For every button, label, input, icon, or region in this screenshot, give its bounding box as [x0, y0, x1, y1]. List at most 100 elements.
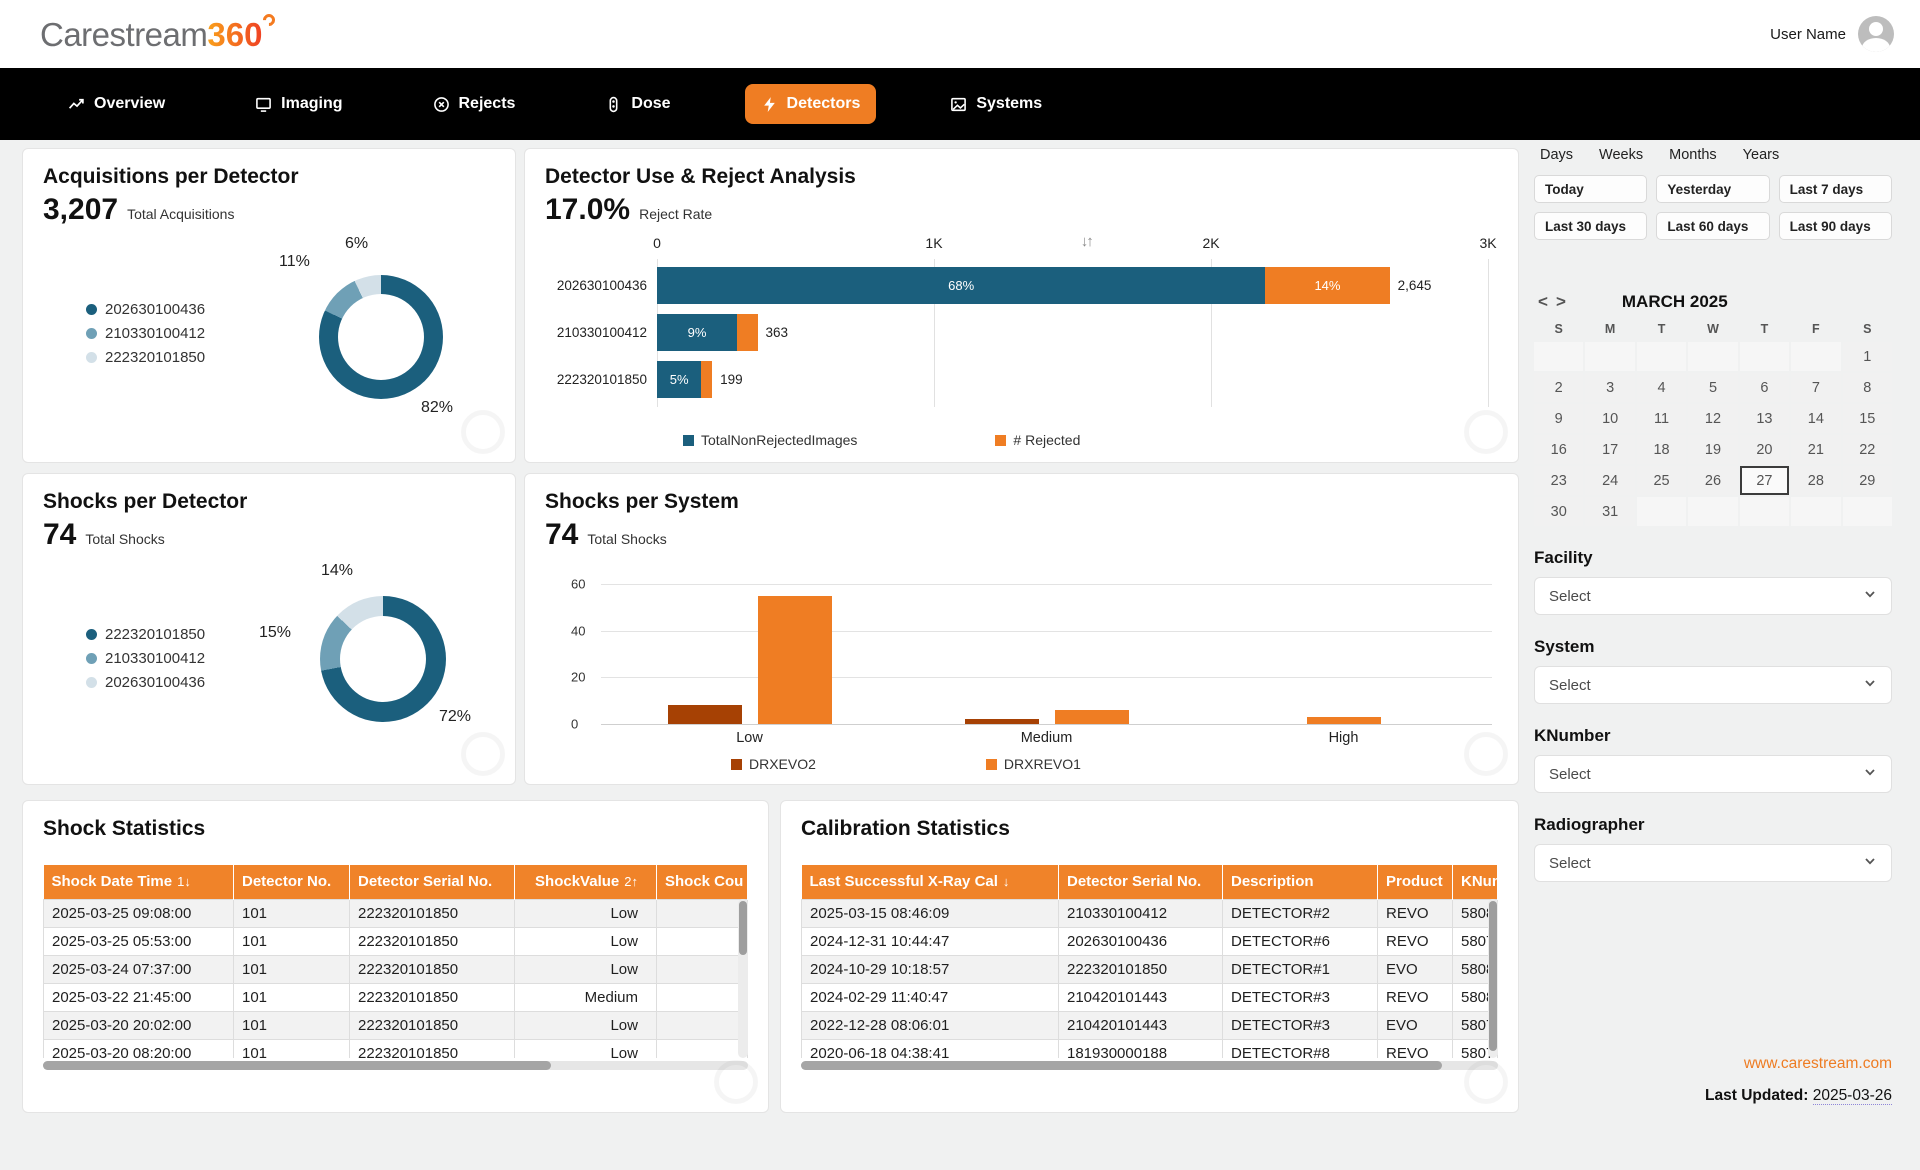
calendar-day-11[interactable]: 11	[1637, 404, 1686, 433]
calendar-day-24[interactable]: 24	[1585, 466, 1634, 495]
calendar-day-15[interactable]: 15	[1843, 404, 1892, 433]
calendar-day-3[interactable]: 3	[1585, 373, 1634, 402]
vertical-scrollbar[interactable]	[738, 899, 748, 1058]
calendar-day-30[interactable]: 30	[1534, 497, 1583, 526]
calendar-prev-icon[interactable]: <	[1534, 292, 1552, 312]
scrollbar-thumb[interactable]	[43, 1061, 551, 1070]
period-tab-years[interactable]: Years	[1743, 147, 1780, 163]
column-header[interactable]: Shock Cou	[657, 865, 748, 899]
period-tab-months[interactable]: Months	[1669, 147, 1717, 163]
calendar-day-17[interactable]: 17	[1585, 435, 1634, 464]
table-cell: DETECTOR#6	[1223, 927, 1378, 955]
table-cell: REVO	[1378, 983, 1453, 1011]
quick-range-last-60-days[interactable]: Last 60 days	[1656, 212, 1769, 240]
calendar-day-6[interactable]: 6	[1740, 373, 1789, 402]
calendar-day-20[interactable]: 20	[1740, 435, 1789, 464]
nav-item-detectors[interactable]: Detectors	[745, 84, 877, 124]
total-shocks-label: Total Shocks	[85, 531, 164, 547]
calendar-day-29[interactable]: 29	[1843, 466, 1892, 495]
nav-item-systems[interactable]: Systems	[934, 84, 1058, 124]
column-header[interactable]: Detector Serial No.	[1059, 865, 1223, 899]
filter-label: KNumber	[1534, 726, 1892, 746]
chevron-down-icon	[1863, 676, 1877, 695]
calendar-day-25[interactable]: 25	[1637, 466, 1686, 495]
horizontal-scrollbar[interactable]	[43, 1061, 748, 1070]
calendar-day-8[interactable]: 8	[1843, 373, 1892, 402]
quick-range-last-90-days[interactable]: Last 90 days	[1779, 212, 1892, 240]
column-header[interactable]: ShockValue2↑	[515, 865, 657, 899]
calendar-day-14[interactable]: 14	[1791, 404, 1840, 433]
column-header[interactable]: Description	[1223, 865, 1378, 899]
nav-item-rejects[interactable]: Rejects	[417, 84, 532, 124]
calendar-day-9[interactable]: 9	[1534, 404, 1583, 433]
calendar-day-13[interactable]: 13	[1740, 404, 1789, 433]
nav-item-overview[interactable]: Overview	[52, 84, 181, 124]
calendar-day-22[interactable]: 22	[1843, 435, 1892, 464]
column-header-label: Product	[1386, 873, 1443, 890]
period-tab-days[interactable]: Days	[1540, 147, 1573, 163]
scrollbar-thumb[interactable]	[739, 901, 747, 955]
scrollbar-thumb[interactable]	[801, 1061, 1442, 1070]
card-shock-statistics: Shock Statistics Shock Date Time1↓Detect…	[22, 800, 769, 1113]
quick-range-today[interactable]: Today	[1534, 175, 1647, 203]
bar-drxrevo1	[1307, 717, 1381, 724]
calendar-day-16[interactable]: 16	[1534, 435, 1583, 464]
bar-total-label: 2,645	[1398, 278, 1432, 293]
table-cell: DETECTOR#3	[1223, 1011, 1378, 1039]
quick-range-buttons: Today Yesterday Last 7 days Last 30 days Las…	[1534, 175, 1892, 240]
radiographer-select[interactable]: Select	[1534, 844, 1892, 882]
column-header[interactable]: KNum	[1453, 865, 1498, 899]
calendar-day-12[interactable]: 12	[1688, 404, 1737, 433]
calendar-day-23[interactable]: 23	[1534, 466, 1583, 495]
facility-select[interactable]: Select	[1534, 577, 1892, 615]
calendar-day-27[interactable]: 27	[1740, 466, 1789, 495]
quick-range-last-7-days[interactable]: Last 7 days	[1779, 175, 1892, 203]
calendar-next-icon[interactable]: >	[1552, 292, 1570, 312]
calendar-day-19[interactable]: 19	[1688, 435, 1737, 464]
scrollbar-thumb[interactable]	[1489, 901, 1497, 1051]
last-updated: Last Updated: 2025-03-26	[1705, 1087, 1892, 1105]
column-header[interactable]: Product	[1378, 865, 1453, 899]
carestream-logo: Carestream360	[40, 18, 275, 51]
card-calibration-statistics: Calibration Statistics Last Successful X…	[780, 800, 1519, 1113]
calendar-day-10[interactable]: 10	[1585, 404, 1634, 433]
quick-range-last-30-days[interactable]: Last 30 days	[1534, 212, 1647, 240]
legend-dot-icon	[86, 352, 97, 363]
nav-item-imaging[interactable]: Imaging	[239, 84, 358, 124]
table-cell: DETECTOR#3	[1223, 983, 1378, 1011]
table-cell: 101	[234, 955, 350, 983]
calendar-day-18[interactable]: 18	[1637, 435, 1686, 464]
period-tab-weeks[interactable]: Weeks	[1599, 147, 1643, 163]
nav-item-dose[interactable]: Dose	[589, 84, 686, 124]
column-header[interactable]: Shock Date Time1↓	[44, 865, 234, 899]
knumber-select[interactable]: Select	[1534, 755, 1892, 793]
calendar-day-28[interactable]: 28	[1791, 466, 1840, 495]
horizontal-scrollbar[interactable]	[801, 1061, 1498, 1070]
nonrejected-bar-segment: 9%	[657, 314, 737, 351]
column-header[interactable]: Detector Serial No.	[350, 865, 515, 899]
column-header[interactable]: Last Successful X-Ray Cal↓	[802, 865, 1059, 899]
calendar-day-21[interactable]: 21	[1791, 435, 1840, 464]
calendar-day-7[interactable]: 7	[1791, 373, 1840, 402]
table-cell: 222320101850	[350, 983, 515, 1011]
vertical-scrollbar[interactable]	[1488, 899, 1498, 1058]
calendar-day-4[interactable]: 4	[1637, 373, 1686, 402]
carestream-link[interactable]: www.carestream.com	[1744, 1055, 1892, 1072]
total-acquisitions-value: 3,207	[43, 193, 118, 227]
weekday-label: T	[1637, 322, 1686, 336]
donut-slice-label: 82%	[421, 399, 453, 417]
calendar-day-26[interactable]: 26	[1688, 466, 1737, 495]
quick-range-yesterday[interactable]: Yesterday	[1656, 175, 1769, 203]
calendar-day-2[interactable]: 2	[1534, 373, 1583, 402]
legend-label: TotalNonRejectedImages	[701, 432, 857, 448]
calendar-day-5[interactable]: 5	[1688, 373, 1737, 402]
sort-icon[interactable]: ↓↑	[1081, 233, 1092, 250]
system-select[interactable]: Select	[1534, 666, 1892, 704]
calendar-day-1[interactable]: 1	[1843, 342, 1892, 371]
shock-table-viewport: Shock Date Time1↓Detector No.Detector Se…	[43, 865, 748, 1058]
card-title: Acquisitions per Detector	[43, 165, 299, 189]
x-axis-category: Low	[601, 730, 898, 746]
calendar-day-31[interactable]: 31	[1585, 497, 1634, 526]
column-header[interactable]: Detector No.	[234, 865, 350, 899]
user-avatar[interactable]	[1858, 16, 1894, 52]
